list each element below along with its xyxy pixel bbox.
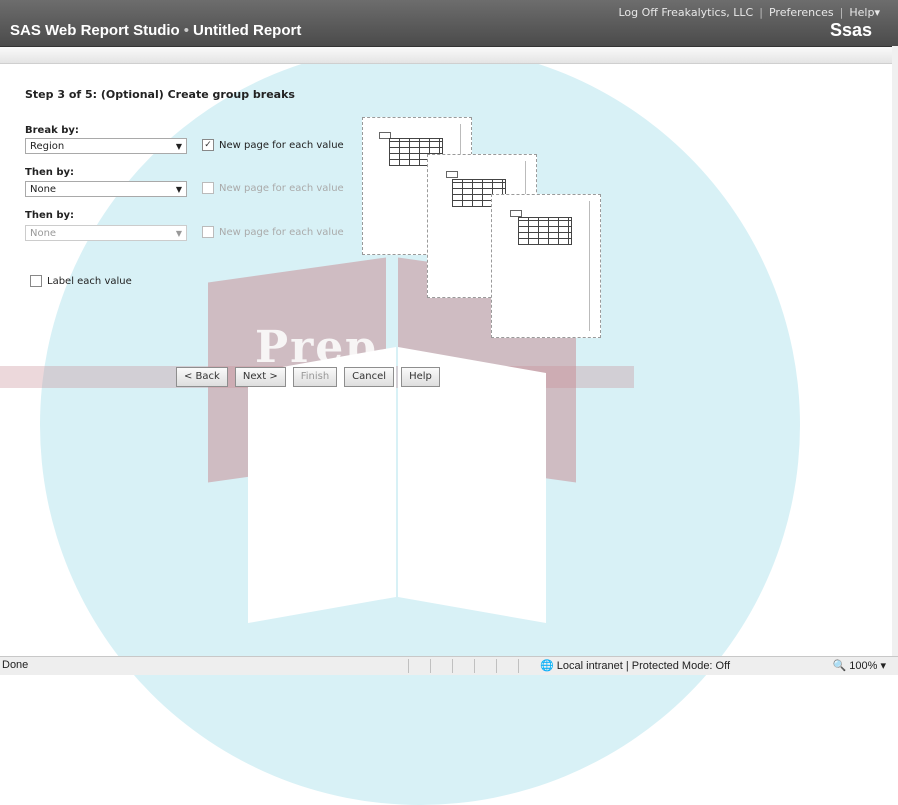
then-by-2-value: None	[30, 228, 57, 239]
break-by-newpage-label: New page for each value	[219, 140, 344, 151]
globe-icon: 🌐	[540, 660, 554, 672]
then-by-1-newpage[interactable]: New page for each value	[202, 182, 344, 196]
then-by-2-newpage-label: New page for each value	[219, 227, 344, 238]
app-title: SAS Web Report Studio • Untitled Report	[10, 22, 301, 39]
logoff-link[interactable]: Log Off Freakalytics, LLC	[618, 6, 753, 19]
checkbox-icon[interactable]	[202, 182, 214, 194]
zoom-control[interactable]: 🔍 100% ▾	[833, 659, 886, 672]
help-menu[interactable]: Help▾	[849, 6, 880, 19]
checkbox-icon[interactable]	[202, 226, 214, 238]
watermark-page-right	[398, 346, 546, 624]
cancel-button[interactable]: Cancel	[344, 367, 395, 387]
then-by-1-newpage-label: New page for each value	[219, 183, 344, 194]
page-preview-3	[491, 194, 601, 338]
security-zone-text: Local intranet | Protected Mode: Off	[556, 660, 731, 672]
security-zone: 🌐 Local intranet | Protected Mode: Off	[540, 659, 730, 672]
watermark-page-left	[248, 346, 396, 624]
finish-button[interactable]: Finish	[292, 367, 338, 387]
wizard-buttons: < Back Next > Finish Cancel Help	[176, 367, 447, 387]
label-each-value[interactable]: Label each value	[30, 275, 132, 287]
app-name: SAS Web Report Studio	[10, 22, 180, 39]
toolbar-strip	[0, 47, 898, 64]
then-by-1-label: Then by:	[25, 167, 74, 178]
then-by-1-select[interactable]: None ▼	[25, 181, 187, 197]
chevron-down-icon: ▼	[175, 142, 182, 151]
watermark-text: Prep	[255, 322, 379, 373]
status-text: Done	[2, 659, 29, 671]
break-by-label: Break by:	[25, 125, 79, 136]
preview-header-icon	[510, 210, 522, 217]
break-by-select[interactable]: Region ▼	[25, 138, 187, 154]
app-header: SAS Web Report Studio • Untitled Report Lo…	[0, 0, 898, 47]
preferences-link[interactable]: Preferences	[769, 6, 834, 19]
help-button[interactable]: Help	[401, 367, 440, 387]
then-by-2-label: Then by:	[25, 210, 74, 221]
break-by-newpage[interactable]: ✓ New page for each value	[202, 139, 344, 153]
step-title: Step 3 of 5: (Optional) Create group bre…	[25, 88, 295, 101]
then-by-1-value: None	[30, 184, 57, 195]
page-scrollbar[interactable]	[892, 46, 898, 656]
preview-header-icon	[446, 171, 458, 178]
then-by-2-select[interactable]: None ▼	[25, 225, 187, 241]
zoom-level: 100%	[849, 660, 878, 672]
back-button[interactable]: < Back	[176, 367, 228, 387]
break-by-value: Region	[30, 141, 65, 152]
label-each-value-text: Label each value	[47, 276, 132, 287]
checkbox-icon[interactable]	[30, 275, 42, 287]
report-title: Untitled Report	[193, 22, 302, 39]
top-links: Log Off Freakalytics, LLC | Preferences | He…	[618, 6, 880, 19]
magnifier-icon: 🔍	[832, 660, 847, 672]
checkbox-checked-icon[interactable]: ✓	[202, 139, 214, 151]
chevron-down-icon: ▼	[175, 185, 182, 194]
table-icon	[518, 217, 572, 245]
preview-scrollbar	[589, 201, 596, 331]
next-button[interactable]: Next >	[234, 367, 286, 387]
then-by-2-newpage[interactable]: New page for each value	[202, 226, 344, 240]
sas-logo: Ssas	[829, 20, 872, 40]
title-separator: •	[183, 22, 189, 39]
status-bar: Done 🌐 Local intranet | Protected Mode: …	[0, 656, 898, 675]
chevron-down-icon: ▼	[175, 229, 182, 238]
